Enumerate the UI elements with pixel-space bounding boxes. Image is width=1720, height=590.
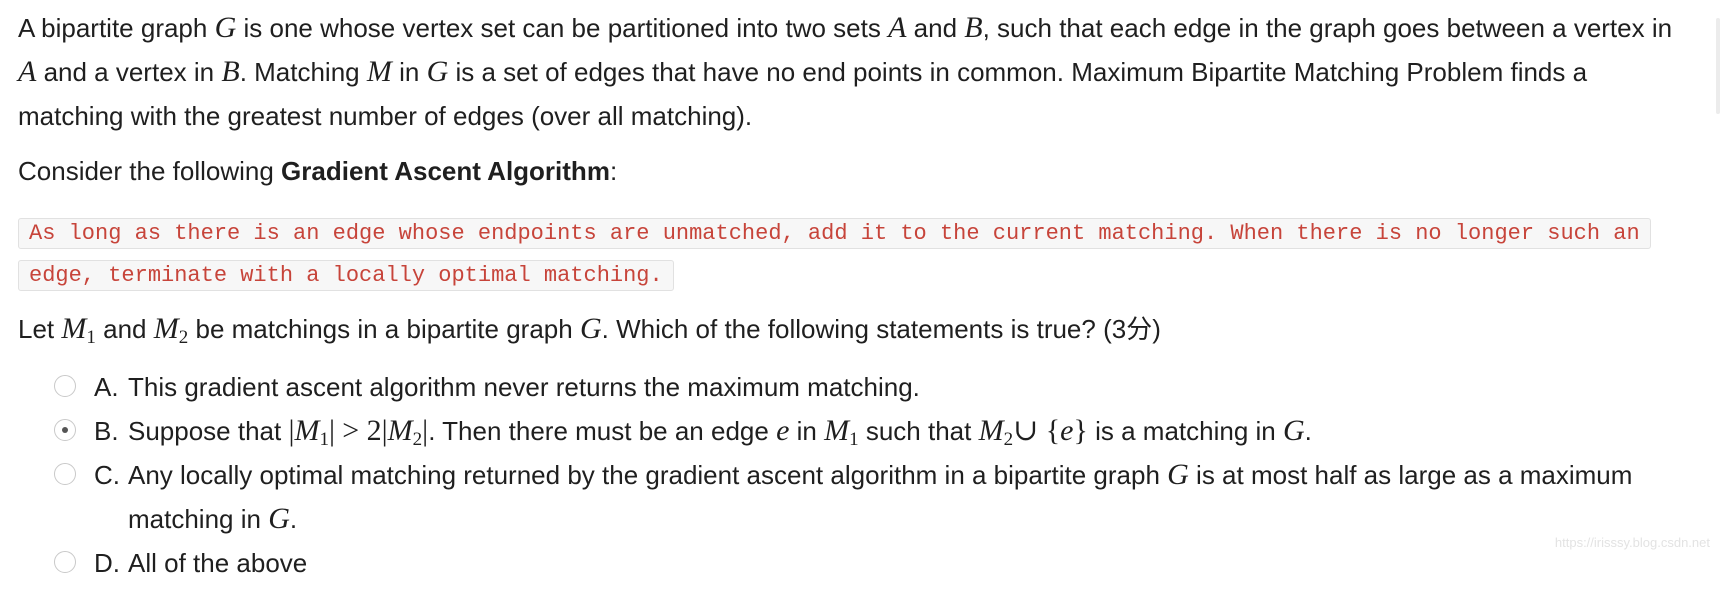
answer-options: A. This gradient ascent algorithm never …	[18, 365, 1694, 585]
math-M1: M1	[61, 312, 96, 348]
radio-option-d[interactable]	[54, 551, 76, 573]
option-c[interactable]: C. Any locally optimal matching returned…	[36, 453, 1694, 541]
math-G: G	[1283, 414, 1305, 447]
math-abs-M1: |M1|	[288, 414, 335, 450]
option-letter: C.	[94, 460, 120, 490]
option-letter: D.	[94, 548, 120, 578]
math-abs-M2: |M2|	[381, 414, 429, 450]
option-a[interactable]: A. This gradient ascent algorithm never …	[36, 365, 1694, 409]
intro-paragraph: A bipartite graph G is one whose vertex …	[18, 11, 1673, 131]
math-B: B	[964, 11, 983, 44]
math-M: M	[366, 55, 392, 88]
question-stem: Let M1 and M2 be matchings in a bipartit…	[18, 312, 1161, 348]
radio-option-c[interactable]	[54, 463, 76, 485]
math-G: G	[1167, 458, 1189, 491]
option-letter: B.	[94, 416, 119, 446]
algorithm-name: Gradient Ascent Algorithm	[281, 156, 610, 186]
algorithm-code: As long as there is an edge whose endpoi…	[18, 218, 1651, 291]
watermark: https://irisssy.blog.csdn.net	[1554, 535, 1710, 550]
math-A: A	[18, 55, 37, 88]
question-content: A bipartite graph G is one whose vertex …	[18, 6, 1694, 585]
math-G: G	[214, 11, 237, 44]
algorithm-code-block: As long as there is an edge whose endpoi…	[18, 213, 1694, 297]
option-c-text: Any locally optimal matching returned by…	[128, 458, 1633, 535]
option-d-text: All of the above	[128, 548, 308, 578]
math-B: B	[221, 55, 240, 88]
math-union-expr: M2∪ {e}	[978, 414, 1088, 450]
option-d[interactable]: D. All of the above	[36, 541, 1694, 585]
math-A: A	[888, 11, 907, 44]
consider-line: Consider the following Gradient Ascent A…	[18, 156, 618, 186]
math-e: e	[776, 414, 790, 447]
math-G: G	[579, 312, 602, 345]
option-b[interactable]: B. Suppose that |M1| > 2|M2|. Then there…	[36, 409, 1694, 453]
math-M1: M1	[824, 414, 859, 450]
math-G: G	[426, 55, 449, 88]
option-letter: A.	[94, 372, 119, 402]
scrollbar-thumb[interactable]	[1716, 18, 1720, 114]
math-M2: M2	[153, 312, 189, 348]
radio-option-b[interactable]	[54, 419, 76, 441]
option-b-text: Suppose that |M1| > 2|M2|. Then there mu…	[128, 414, 1312, 450]
math-G: G	[268, 502, 290, 535]
option-a-text: This gradient ascent algorithm never ret…	[128, 372, 920, 402]
radio-option-a[interactable]	[54, 375, 76, 397]
